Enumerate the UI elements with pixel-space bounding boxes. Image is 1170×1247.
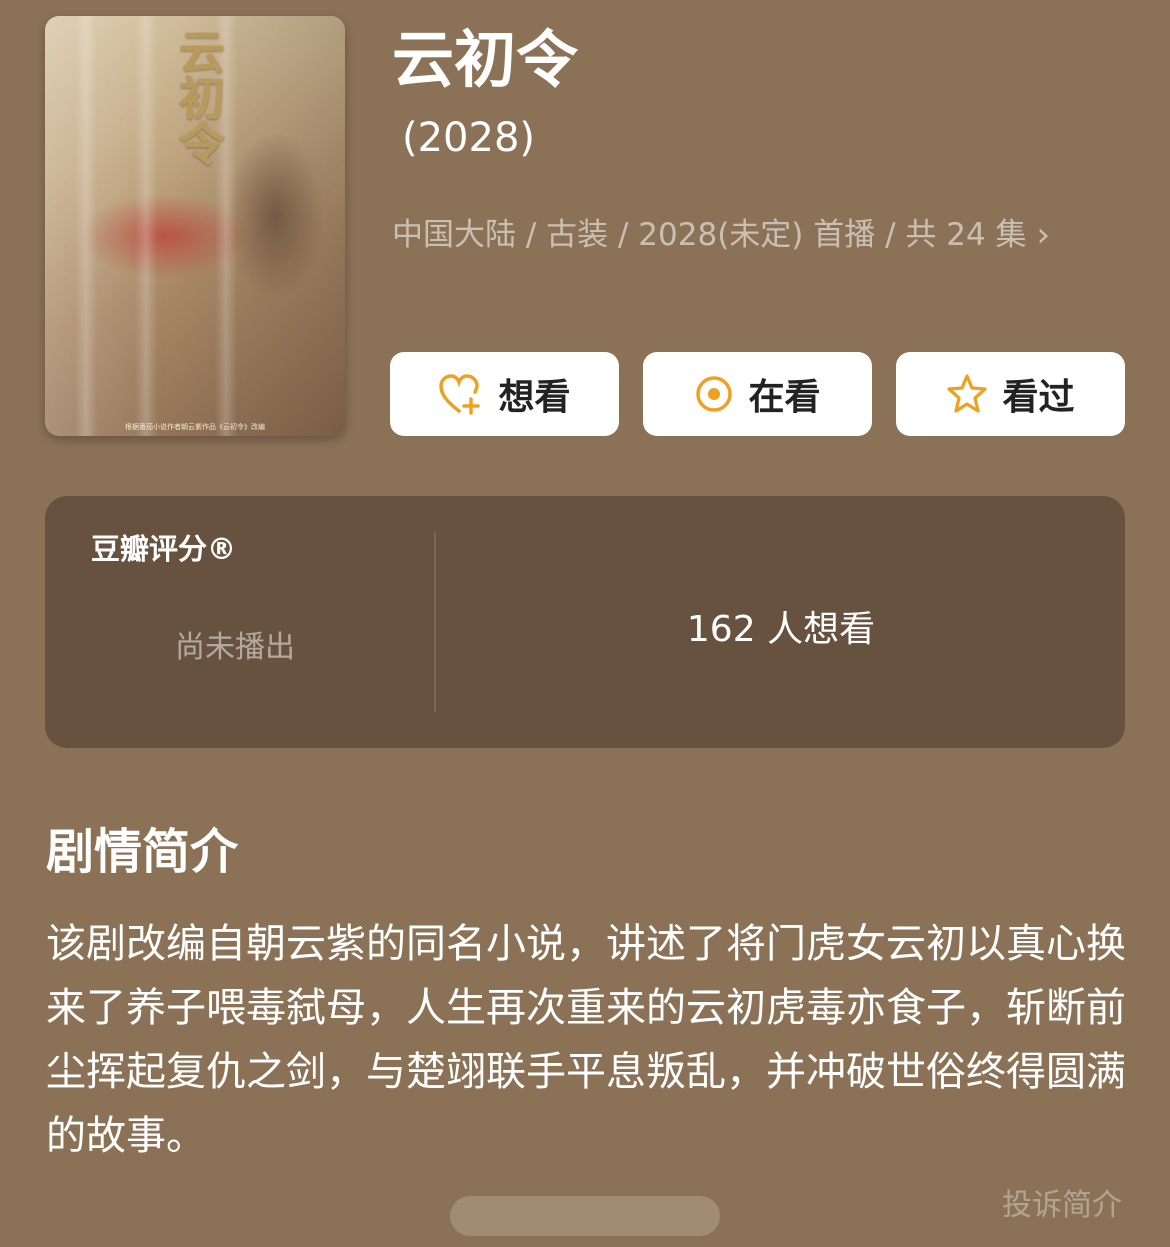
watermark [450,1196,720,1236]
meta-info-link[interactable]: 中国大陆 / 古装 / 2028(未定) 首播 / 共 24 集 › [392,214,1050,256]
star-icon [947,374,988,413]
watching-button[interactable]: 在看 [643,352,872,436]
watched-label: 看过 [1002,377,1075,418]
watched-button[interactable]: 看过 [896,352,1125,436]
rating-status: 尚未播出 [175,630,295,665]
want-to-watch-label: 想看 [498,377,571,418]
want-to-watch-button[interactable]: 想看 [390,352,619,436]
target-icon [696,376,733,412]
watching-label: 在看 [748,377,821,418]
rating-label: 豆瓣评分® [91,532,237,566]
heart-plus-icon [439,374,481,415]
poster-image[interactable]: 云初令 根据番茄小说作者朝云紫作品《云初令》改编 [45,16,345,436]
release-year: (2028) [402,115,536,161]
poster-curtain-fold [75,16,97,436]
page-title: 云初令 [392,23,579,96]
synopsis-heading: 剧情简介 [46,824,239,880]
chevron-right-icon: › [1036,215,1051,255]
rating-card: 豆瓣评分® 尚未播出 162 人想看 [45,496,1125,748]
report-synopsis-link[interactable]: 投诉简介 [1002,1180,1122,1224]
want-count[interactable]: 162 人想看 [437,600,1125,652]
rating-divider [434,532,436,712]
meta-info-text: 中国大陆 / 古装 / 2028(未定) 首播 / 共 24 集 [392,217,1027,253]
poster-caption: 根据番茄小说作者朝云紫作品《云初令》改编 [125,423,265,431]
poster-title: 云初令 [172,28,226,166]
synopsis-text: 该剧改编自朝云紫的同名小说，讲述了将门虎女云初以真心换来了养子喂毒弑母，人生再次… [46,921,1126,1159]
